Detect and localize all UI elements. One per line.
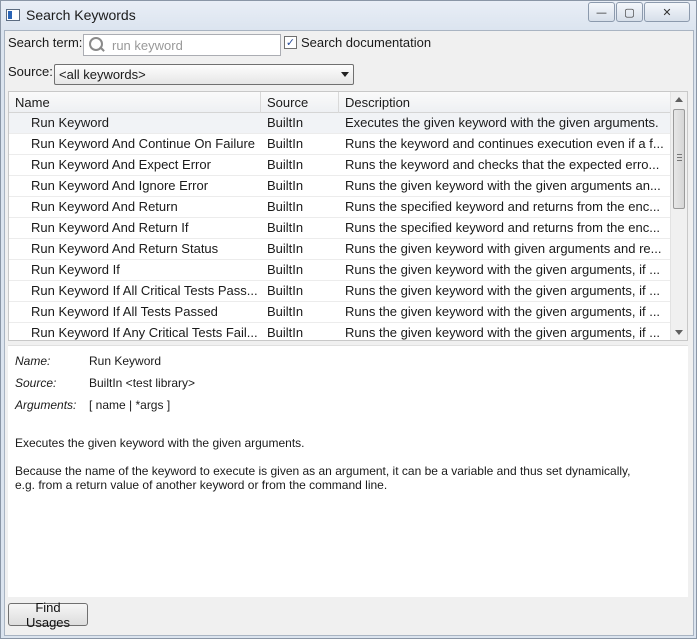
keyword-name: Run Keyword And Return bbox=[31, 199, 178, 214]
column-header-source[interactable]: Source bbox=[261, 92, 339, 113]
keyword-name: Run Keyword If All Tests Passed bbox=[31, 304, 218, 319]
find-usages-button[interactable]: Find Usages bbox=[8, 600, 88, 630]
table-header: Name Source Description bbox=[9, 92, 671, 113]
keyword-description: Runs the keyword and checks that the exp… bbox=[345, 157, 660, 172]
window-title: Search Keywords bbox=[26, 7, 136, 23]
table-row[interactable]: Run Keyword If All Tests Passed BuiltIn … bbox=[9, 302, 671, 323]
table-row[interactable]: Run Keyword And Return If BuiltIn Runs t… bbox=[9, 218, 671, 239]
keyword-details-panel: Name: Run Keyword Source: BuiltIn <test … bbox=[8, 345, 688, 597]
detail-source-label: Source: bbox=[15, 376, 57, 390]
keyword-name: Run Keyword If Any Critical Tests Fail..… bbox=[31, 325, 258, 340]
title-bar[interactable]: Search Keywords — ▢ ✕ bbox=[1, 1, 696, 29]
keyword-name: Run Keyword And Return Status bbox=[31, 241, 219, 256]
table-row[interactable]: Run Keyword BuiltIn Executes the given k… bbox=[9, 113, 671, 134]
keyword-source: BuiltIn bbox=[267, 136, 304, 151]
search-term-label: Search term: bbox=[8, 35, 83, 50]
table-row[interactable]: Run Keyword And Return BuiltIn Runs the … bbox=[9, 197, 671, 218]
app-icon bbox=[6, 9, 20, 21]
keyword-source: BuiltIn bbox=[267, 325, 304, 340]
keyword-source: BuiltIn bbox=[267, 304, 304, 319]
keyword-source: BuiltIn bbox=[267, 199, 304, 214]
table-row[interactable]: Run Keyword If BuiltIn Runs the given ke… bbox=[9, 260, 671, 281]
detail-name-value: Run Keyword bbox=[89, 354, 162, 368]
detail-arguments-value: [ name | *args ] bbox=[89, 398, 171, 412]
close-button[interactable]: ✕ bbox=[644, 2, 690, 22]
search-field[interactable] bbox=[83, 34, 281, 56]
table-row[interactable]: Run Keyword If All Critical Tests Pass..… bbox=[9, 281, 671, 302]
table-row[interactable]: Run Keyword And Return Status BuiltIn Ru… bbox=[9, 239, 671, 260]
search-keywords-window: Search Keywords — ▢ ✕ Search term: ✓ Sea… bbox=[0, 0, 697, 639]
keyword-name: Run Keyword bbox=[31, 115, 110, 130]
minimize-icon: — bbox=[596, 5, 607, 19]
documentation-line: Executes the given keyword with the give… bbox=[15, 436, 305, 450]
search-documentation-checkbox[interactable]: ✓ bbox=[284, 36, 297, 49]
keyword-name: Run Keyword And Return If bbox=[31, 220, 189, 235]
keyword-source: BuiltIn bbox=[267, 241, 304, 256]
keyword-description: Runs the given keyword with the given ar… bbox=[345, 262, 661, 277]
close-icon: ✕ bbox=[662, 5, 672, 19]
maximize-icon: ▢ bbox=[624, 5, 635, 19]
column-header-name[interactable]: Name bbox=[9, 92, 261, 113]
search-input[interactable] bbox=[110, 36, 280, 54]
keyword-description: Runs the given keyword with the given ar… bbox=[345, 283, 661, 298]
scroll-down-arrow-icon[interactable] bbox=[675, 330, 683, 335]
keyword-description: Runs the given keyword with the given ar… bbox=[345, 178, 661, 193]
table-row[interactable]: Run Keyword If Any Critical Tests Fail..… bbox=[9, 323, 671, 340]
detail-arguments-label: Arguments: bbox=[15, 398, 77, 412]
keywords-table: Name Source Description Run Keyword Buil… bbox=[8, 91, 688, 341]
table-row[interactable]: Run Keyword And Continue On Failure Buil… bbox=[9, 134, 671, 155]
detail-arguments-row: Arguments: [ name | *args ] bbox=[15, 398, 170, 412]
keyword-source: BuiltIn bbox=[267, 115, 304, 130]
keyword-description: Runs the given keyword with the given ar… bbox=[345, 325, 661, 340]
keyword-description: Runs the specified keyword and returns f… bbox=[345, 199, 661, 214]
maximize-button[interactable]: ▢ bbox=[616, 2, 643, 22]
detail-name-row: Name: Run Keyword bbox=[15, 354, 161, 368]
detail-name-label: Name: bbox=[15, 354, 51, 368]
keyword-source: BuiltIn bbox=[267, 157, 304, 172]
search-icon bbox=[88, 36, 106, 54]
grip-icon bbox=[677, 154, 682, 163]
source-select[interactable]: <all keywords> bbox=[54, 64, 354, 85]
keyword-description: Runs the keyword and continues execution… bbox=[345, 136, 664, 151]
search-row: Search term: bbox=[8, 35, 82, 50]
detail-source-row: Source: BuiltIn <test library> bbox=[15, 376, 195, 390]
dialog-body: Search term: ✓ Search documentation Sour… bbox=[4, 30, 694, 636]
keyword-name: Run Keyword And Expect Error bbox=[31, 157, 211, 172]
window-controls: — ▢ ✕ bbox=[588, 2, 690, 22]
keyword-source: BuiltIn bbox=[267, 220, 304, 235]
search-documentation-label: Search documentation bbox=[301, 35, 432, 50]
column-header-description[interactable]: Description bbox=[339, 92, 671, 113]
keyword-source: BuiltIn bbox=[267, 283, 304, 298]
scroll-up-arrow-icon[interactable] bbox=[675, 97, 683, 102]
keyword-source: BuiltIn bbox=[267, 262, 304, 277]
keyword-description: Runs the given keyword with the given ar… bbox=[345, 304, 661, 319]
keyword-description: Runs the given keyword with given argume… bbox=[345, 241, 662, 256]
table-row[interactable]: Run Keyword And Ignore Error BuiltIn Run… bbox=[9, 176, 671, 197]
table-scrollbar[interactable] bbox=[670, 92, 687, 340]
table-body: Run Keyword BuiltIn Executes the given k… bbox=[9, 113, 671, 340]
chevron-down-icon bbox=[341, 72, 349, 77]
scrollbar-thumb[interactable] bbox=[673, 109, 685, 209]
keyword-name: Run Keyword If bbox=[31, 262, 120, 277]
minimize-button[interactable]: — bbox=[588, 2, 615, 22]
keyword-description: Executes the given keyword with the give… bbox=[345, 115, 659, 130]
keyword-description: Runs the specified keyword and returns f… bbox=[345, 220, 661, 235]
documentation-line: e.g. from a return value of another keyw… bbox=[15, 478, 388, 492]
keyword-name: Run Keyword If All Critical Tests Pass..… bbox=[31, 283, 258, 298]
source-label: Source: bbox=[8, 64, 53, 79]
search-documentation-toggle[interactable]: ✓ Search documentation bbox=[284, 35, 431, 50]
source-selected-value: <all keywords> bbox=[59, 67, 146, 82]
keyword-name: Run Keyword And Ignore Error bbox=[31, 178, 209, 193]
keyword-name: Run Keyword And Continue On Failure bbox=[31, 136, 256, 151]
detail-source-value: BuiltIn <test library> bbox=[89, 376, 196, 390]
documentation-line: Because the name of the keyword to execu… bbox=[15, 464, 631, 478]
table-row[interactable]: Run Keyword And Expect Error BuiltIn Run… bbox=[9, 155, 671, 176]
keyword-source: BuiltIn bbox=[267, 178, 304, 193]
